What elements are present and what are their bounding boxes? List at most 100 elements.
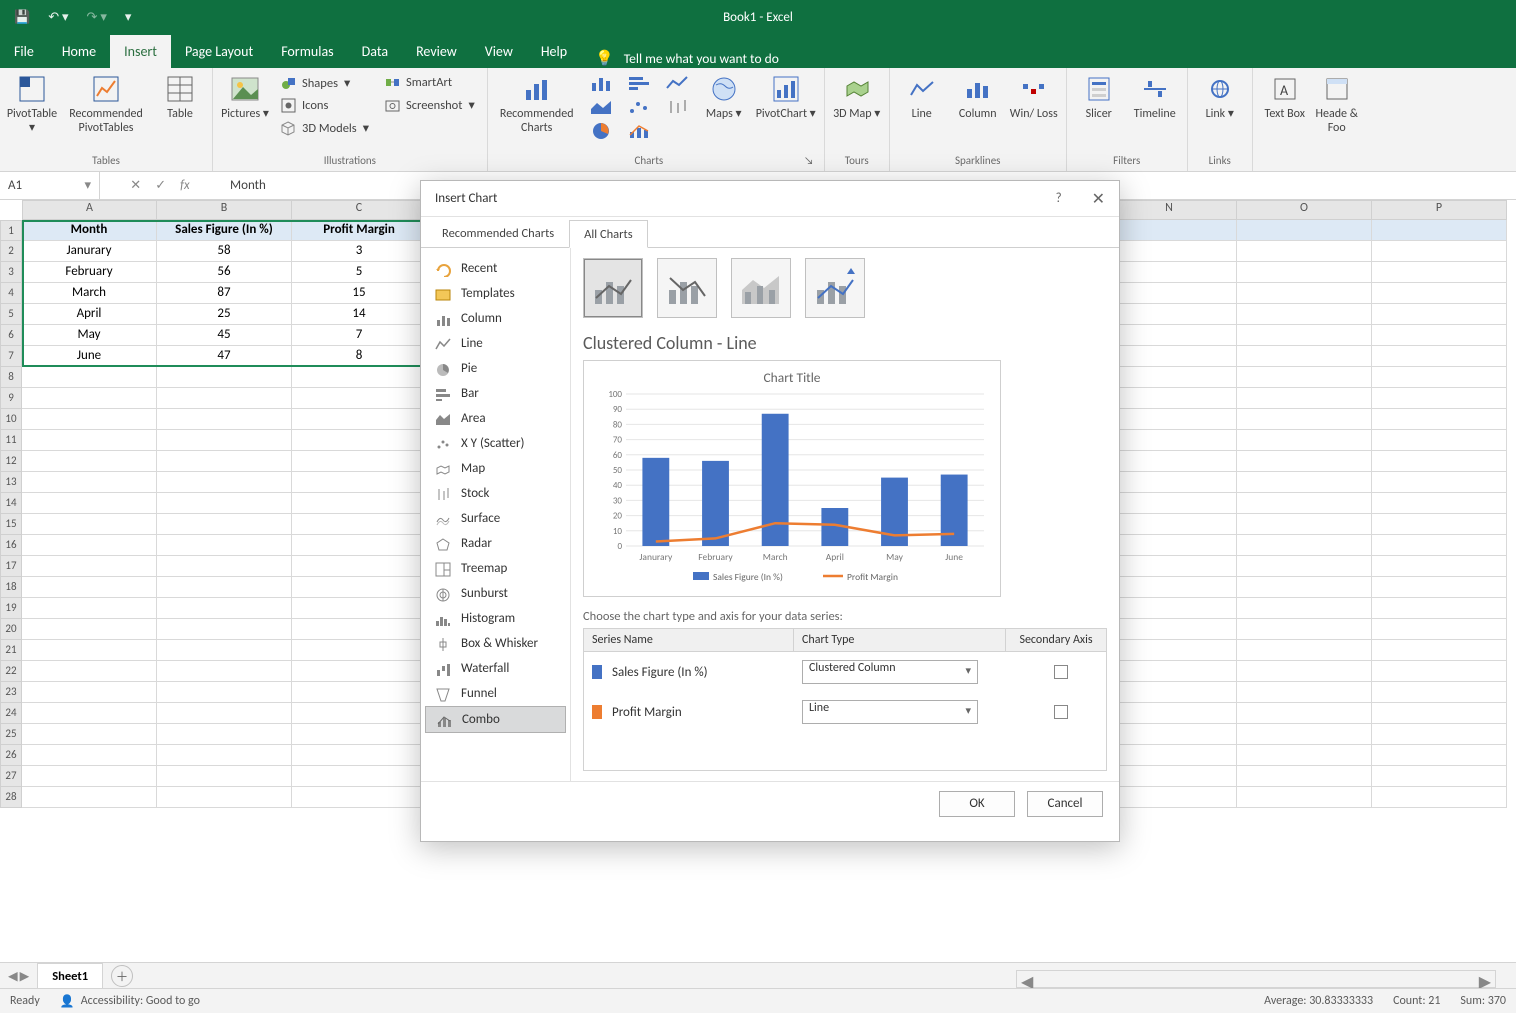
cell[interactable]: February (22, 262, 157, 283)
cell[interactable]: 45 (157, 325, 292, 346)
cell[interactable] (1237, 514, 1372, 535)
chart-type-recent[interactable]: Recent (425, 256, 566, 281)
cell[interactable] (1237, 325, 1372, 346)
charts-launcher-icon[interactable]: ↘ (804, 154, 818, 167)
row-header[interactable]: 25 (0, 724, 22, 745)
row-header[interactable]: 19 (0, 598, 22, 619)
cell[interactable]: 5 (292, 262, 427, 283)
cell[interactable] (292, 787, 427, 808)
pivottable-button[interactable]: PivotTable ▾ (6, 72, 58, 136)
cell[interactable] (157, 430, 292, 451)
chart-column-icon[interactable] (584, 73, 618, 93)
cell[interactable] (1102, 535, 1237, 556)
dialog-tab-recommended[interactable]: Recommended Charts (427, 219, 569, 247)
cell[interactable] (157, 661, 292, 682)
cell[interactable] (292, 577, 427, 598)
cell[interactable]: Janurary (22, 241, 157, 262)
row-header[interactable]: 3 (0, 262, 22, 283)
cell[interactable]: 14 (292, 304, 427, 325)
chart-type-combo[interactable]: Combo (425, 706, 566, 733)
cell[interactable] (1102, 640, 1237, 661)
cell[interactable] (157, 766, 292, 787)
cell[interactable] (1237, 388, 1372, 409)
cell[interactable] (1102, 346, 1237, 367)
row-header[interactable]: 13 (0, 472, 22, 493)
cell[interactable] (1102, 745, 1237, 766)
cell[interactable] (1237, 577, 1372, 598)
row-header[interactable]: 26 (0, 745, 22, 766)
save-icon[interactable]: 💾 (14, 10, 30, 25)
cell[interactable] (157, 724, 292, 745)
cell[interactable]: 25 (157, 304, 292, 325)
cell[interactable] (1102, 220, 1237, 241)
cell[interactable] (1102, 367, 1237, 388)
row-header[interactable]: 10 (0, 409, 22, 430)
cell[interactable] (22, 493, 157, 514)
cell[interactable] (1372, 367, 1507, 388)
cell[interactable] (1237, 472, 1372, 493)
enter-edit-icon[interactable]: ✓ (155, 178, 166, 193)
cell[interactable] (1237, 682, 1372, 703)
row-header[interactable]: 16 (0, 535, 22, 556)
cell[interactable] (292, 598, 427, 619)
recommended-charts-button[interactable]: Recommended Charts (494, 72, 580, 136)
cell[interactable] (1372, 724, 1507, 745)
cell[interactable] (292, 682, 427, 703)
cell[interactable] (1372, 661, 1507, 682)
cell[interactable] (22, 787, 157, 808)
dialog-tab-all[interactable]: All Charts (569, 220, 647, 248)
sparkline-column-button[interactable]: Column (952, 72, 1004, 122)
table-button[interactable]: Table (154, 72, 206, 122)
cancel-button[interactable]: Cancel (1027, 791, 1103, 817)
cell[interactable]: 58 (157, 241, 292, 262)
cell[interactable] (22, 535, 157, 556)
screenshot-button[interactable]: Screenshot ▾ (379, 95, 481, 115)
cell[interactable] (292, 535, 427, 556)
row-header[interactable]: 7 (0, 346, 22, 367)
cell[interactable] (1237, 346, 1372, 367)
cell[interactable] (157, 535, 292, 556)
combo-subtype-2[interactable] (657, 258, 717, 318)
cell[interactable]: 47 (157, 346, 292, 367)
cell[interactable] (22, 388, 157, 409)
cell[interactable] (22, 598, 157, 619)
cell[interactable] (1102, 724, 1237, 745)
cell[interactable] (1102, 493, 1237, 514)
chart-type-box-whisker[interactable]: Box & Whisker (425, 631, 566, 656)
row-header[interactable]: 11 (0, 430, 22, 451)
cell[interactable] (292, 724, 427, 745)
chart-type-column[interactable]: Column (425, 306, 566, 331)
tab-formulas[interactable]: Formulas (267, 35, 347, 68)
tab-insert[interactable]: Insert (110, 35, 171, 68)
cell[interactable] (1372, 325, 1507, 346)
chart-type-area[interactable]: Area (425, 406, 566, 431)
cell[interactable]: 87 (157, 283, 292, 304)
cell[interactable] (1102, 661, 1237, 682)
cell[interactable] (1237, 598, 1372, 619)
cell[interactable] (1237, 262, 1372, 283)
cell[interactable] (157, 493, 292, 514)
cell[interactable]: Profit Margin (292, 220, 427, 241)
horizontal-scrollbar[interactable]: ◀▶ (1016, 970, 1496, 988)
chart-type-funnel[interactable]: Funnel (425, 681, 566, 706)
cell[interactable] (1372, 514, 1507, 535)
cell[interactable] (292, 661, 427, 682)
chart-type-treemap[interactable]: Treemap (425, 556, 566, 581)
tab-review[interactable]: Review (402, 35, 471, 68)
cell[interactable] (1372, 283, 1507, 304)
3d-map-button[interactable]: 3D Map ▾ (831, 72, 883, 122)
cell[interactable] (1102, 241, 1237, 262)
cell[interactable] (22, 640, 157, 661)
chart-type-histogram[interactable]: Histogram (425, 606, 566, 631)
cell[interactable] (22, 367, 157, 388)
cell[interactable]: 8 (292, 346, 427, 367)
cell[interactable] (1102, 262, 1237, 283)
row-header[interactable]: 6 (0, 325, 22, 346)
secondary-axis-checkbox[interactable] (1054, 665, 1068, 679)
row-header[interactable]: 18 (0, 577, 22, 598)
pivotchart-button[interactable]: PivotChart ▾ (754, 72, 818, 122)
cell[interactable] (1372, 556, 1507, 577)
cell[interactable] (1372, 619, 1507, 640)
cell[interactable] (1372, 409, 1507, 430)
cell[interactable] (1237, 241, 1372, 262)
